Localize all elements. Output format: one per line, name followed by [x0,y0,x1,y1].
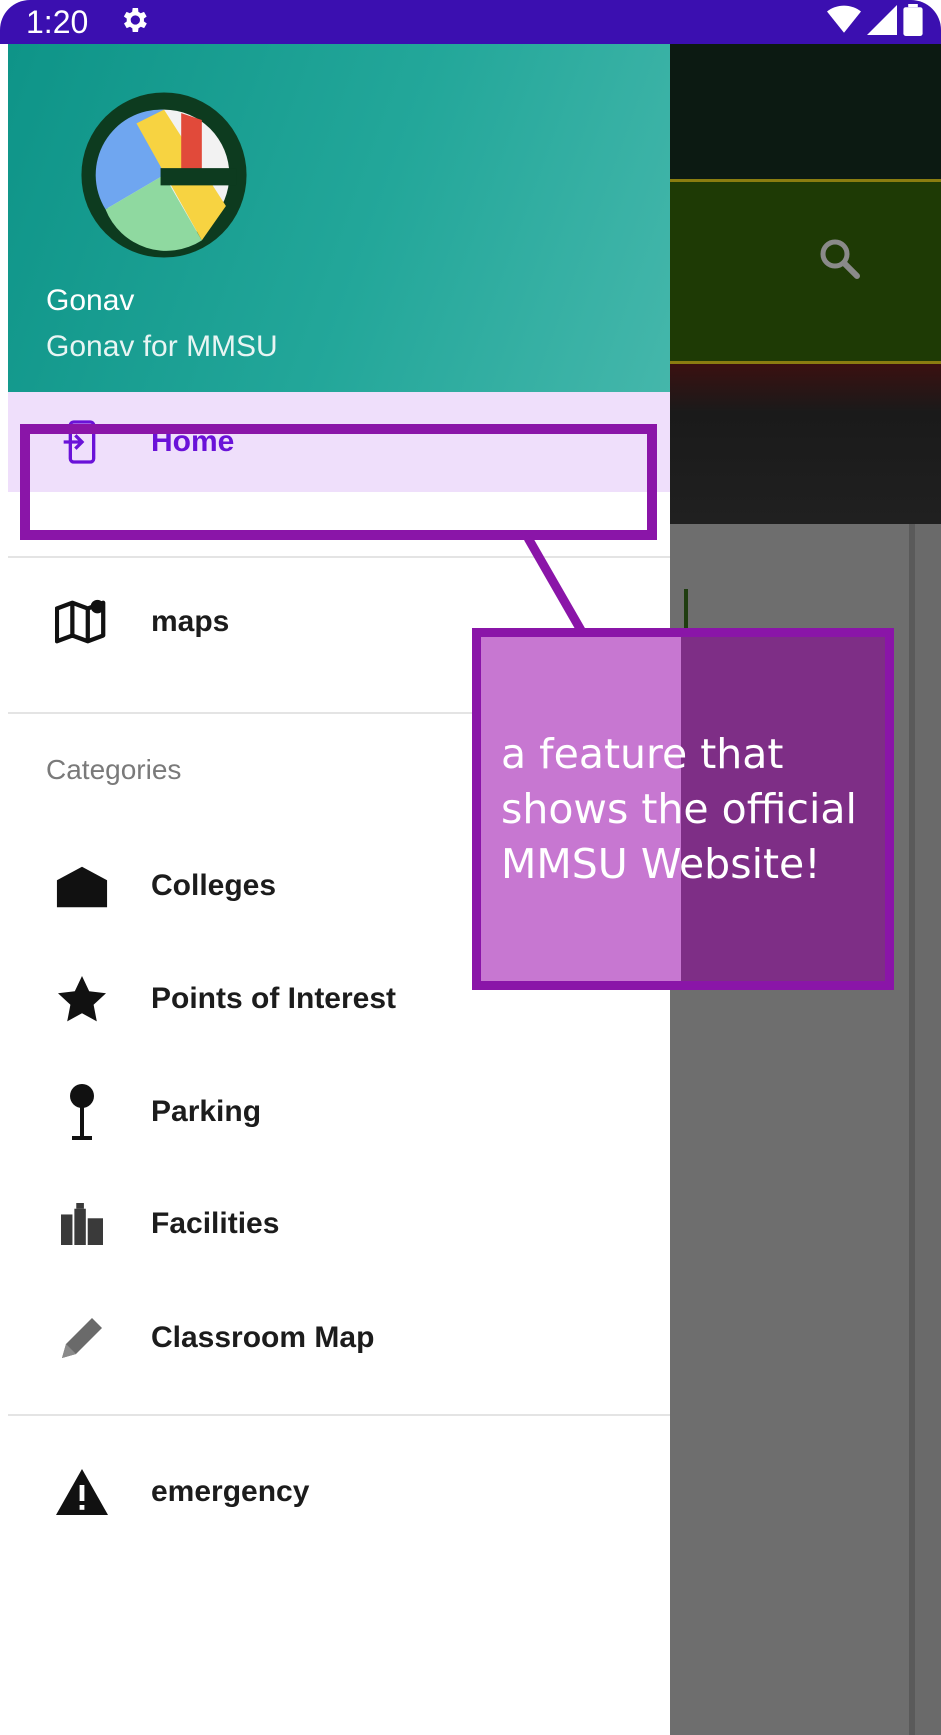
nav-item-facilities[interactable]: Facilities [8,1174,670,1274]
divider [8,1414,670,1416]
battery-icon [903,4,923,36]
status-bar: 1:20 [0,0,941,44]
settings-gear-icon [123,8,147,32]
nav-item-emergency[interactable]: emergency [8,1442,670,1542]
cellular-signal-icon [867,5,897,35]
divider [8,556,670,558]
nav-item-colleges-label: Colleges [151,869,277,902]
nav-item-maps-label: maps [151,605,230,638]
nav-item-facilities-label: Facilities [151,1207,280,1240]
annotation-text: a feature that shows the official MMSU W… [501,730,857,888]
section-label-categories: Categories [46,754,182,785]
pin-icon [54,1084,110,1140]
map-icon [54,594,110,650]
annotation-callout: a feature that shows the official MMSU W… [472,628,894,990]
nav-item-parking-label: Parking [151,1095,262,1128]
star-icon [54,971,110,1027]
app-logo-icon [81,92,247,258]
search-icon [820,239,860,279]
drawer-header: Gonav Gonav for MMSU [8,44,670,406]
nav-item-parking[interactable]: Parking [8,1062,670,1162]
facilities-icon [54,1196,110,1252]
warning-icon [54,1464,110,1520]
exit-to-app-icon [54,414,110,470]
nav-item-home-label: Home [151,425,235,458]
background-top [670,44,941,179]
nav-item-points-of-interest-label: Points of Interest [151,982,397,1015]
wifi-icon [827,5,861,33]
background-photo [670,364,941,524]
pencil-icon [54,1310,110,1366]
app-title: Gonav [46,284,135,317]
app-subtitle: Gonav for MMSU [46,330,278,363]
status-time: 1:20 [26,4,89,40]
college-icon [54,858,110,914]
nav-item-classroom-map-label: Classroom Map [151,1321,375,1354]
nav-item-emergency-label: emergency [151,1475,310,1508]
nav-item-home[interactable]: Home [8,392,670,492]
status-icons [827,4,923,36]
nav-item-classroom-map[interactable]: Classroom Map [8,1288,670,1388]
background-toolbar [670,179,941,364]
